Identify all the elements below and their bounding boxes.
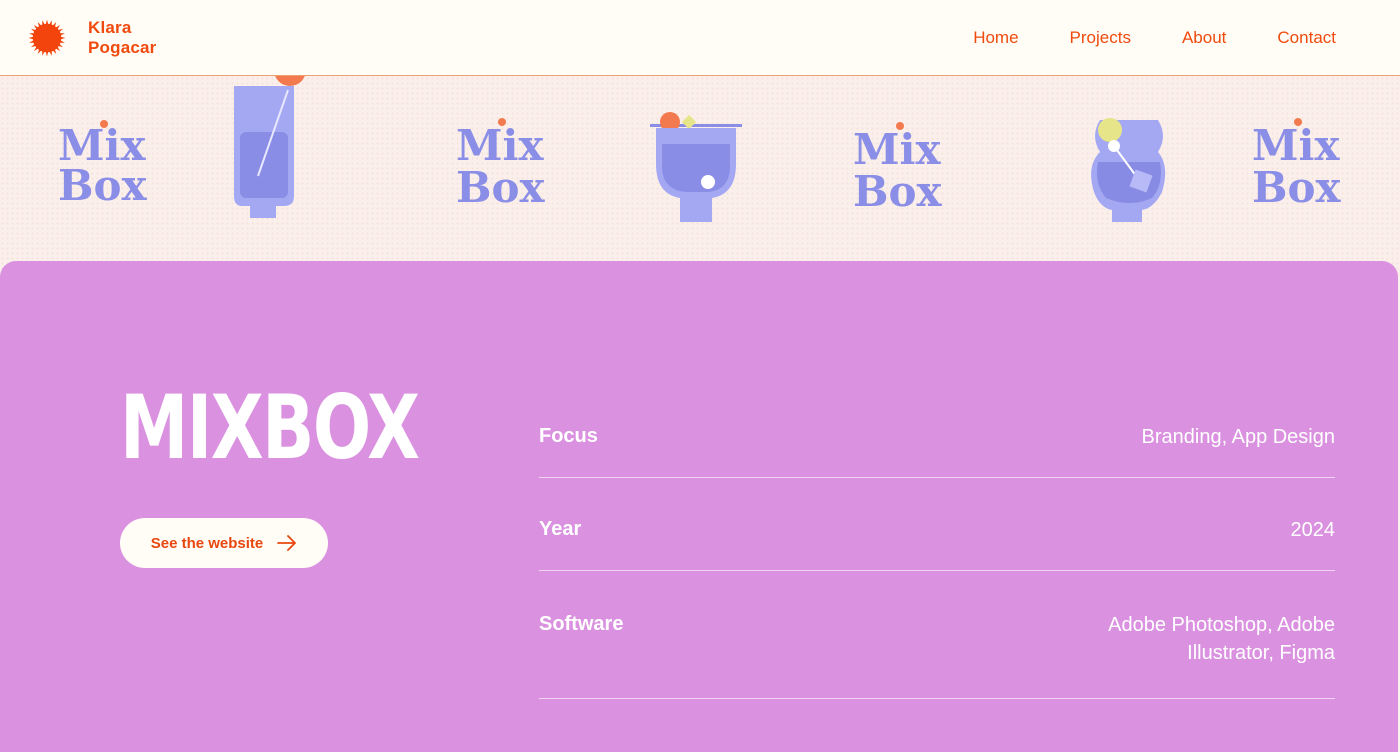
nav-projects[interactable]: Projects (1070, 28, 1131, 48)
mixbox-logo-line2: Box (456, 163, 546, 212)
brand-link[interactable]: Klara Pogacar (28, 18, 157, 58)
nav-home[interactable]: Home (973, 28, 1018, 48)
brand-first-name: Klara (88, 17, 132, 37)
detail-key: Focus (539, 425, 598, 447)
nav-contact[interactable]: Contact (1277, 28, 1336, 48)
mixbox-logo: Mix Box (853, 122, 943, 216)
detail-key: Year (539, 518, 582, 540)
nav-about[interactable]: About (1182, 28, 1226, 48)
brand-last-name: Pogacar (88, 37, 157, 57)
mixbox-logo: Mix Box (58, 120, 148, 210)
brand-name: Klara Pogacar (88, 18, 157, 58)
site-header: Klara Pogacar Home Projects About Contac… (0, 0, 1400, 76)
see-website-button[interactable]: See the website (120, 518, 328, 568)
project-info-panel: MIXBOX See the website Focus Branding, A… (0, 261, 1398, 752)
arrow-right-icon (277, 535, 297, 551)
mixbox-logo: Mix Box (456, 118, 546, 212)
detail-row-year: Year 2024 (539, 478, 1335, 571)
mixbox-logo: Mix Box (1252, 118, 1342, 212)
mixbox-logo-line2: Box (58, 161, 148, 210)
project-details: Focus Branding, App Design Year 2024 Sof… (539, 399, 1335, 699)
banner-illustration: Mix Box Mix Box Mix Box Mix Box (58, 76, 1342, 222)
mixbox-logo-line2: Box (1252, 163, 1342, 212)
detail-value: Adobe Photoshop, Adobe Illustrator, Figm… (1108, 614, 1335, 664)
detail-row-focus: Focus Branding, App Design (539, 399, 1335, 478)
project-title: MIXBOX (120, 376, 420, 479)
main-nav: Home Projects About Contact (973, 28, 1336, 48)
detail-key: Software (539, 613, 624, 635)
tall-glass-illustration (234, 76, 305, 218)
mixbox-logo-line2: Box (853, 167, 943, 216)
sun-icon (28, 18, 66, 57)
round-glass-illustration (1091, 118, 1166, 222)
see-website-label: See the website (150, 534, 264, 552)
coupe-glass-illustration (650, 112, 742, 222)
project-banner-image: Mix Box Mix Box Mix Box Mix Box (0, 76, 1400, 276)
detail-value: Branding, App Design (1141, 426, 1335, 448)
detail-row-software: Software Adobe Photoshop, Adobe Illustra… (539, 571, 1335, 699)
detail-value: 2024 (1290, 519, 1336, 541)
